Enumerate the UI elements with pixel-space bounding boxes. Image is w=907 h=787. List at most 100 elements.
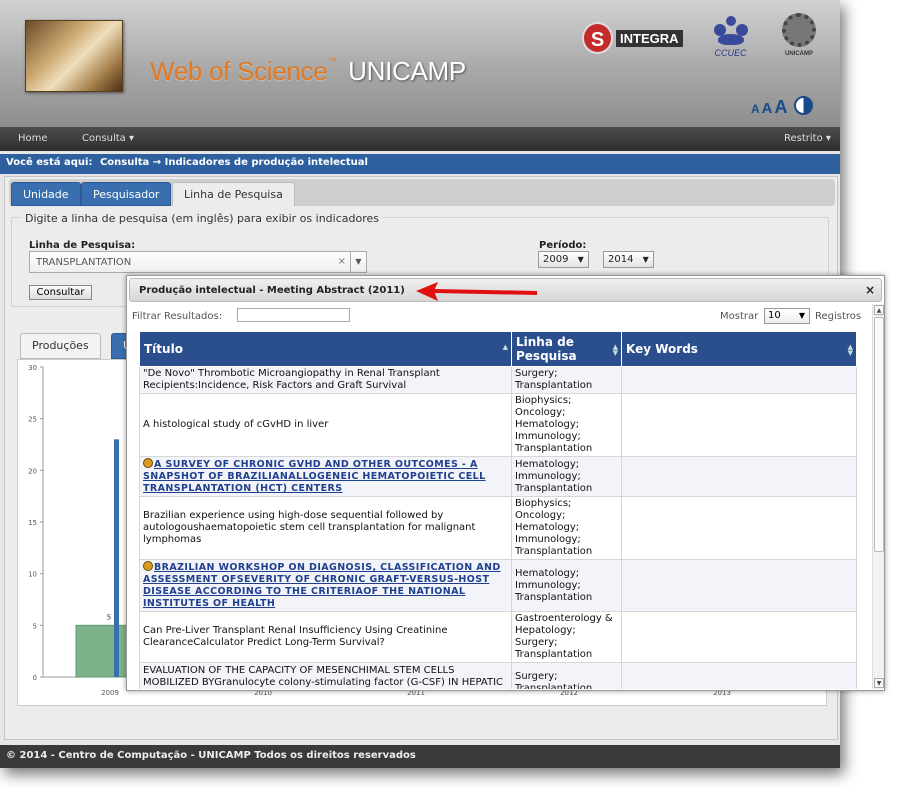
book-image bbox=[25, 20, 123, 92]
tab-linha-de-pesquisa[interactable]: Linha de Pesquisa bbox=[172, 182, 295, 206]
results-body: "De Novo" Thrombotic Microangiopathy in … bbox=[139, 366, 857, 689]
tab-unidade[interactable]: Unidade bbox=[11, 182, 81, 206]
cell-titulo: Brazilian experience using high-dose seq… bbox=[139, 496, 512, 560]
y-tick-label: 30 bbox=[28, 364, 37, 372]
bar-value-label: 5 bbox=[107, 613, 111, 621]
unicamp-label: UNICAMP bbox=[785, 51, 813, 57]
clear-icon[interactable]: × bbox=[338, 256, 346, 267]
year-from-value: 2009 bbox=[543, 254, 569, 265]
unicamp-logo[interactable]: UNICAMP bbox=[777, 13, 821, 63]
dialog-scrollbar[interactable]: ▲ ▼ bbox=[872, 304, 884, 689]
external-link-icon[interactable] bbox=[143, 458, 153, 468]
chevron-down-icon: ▼ bbox=[798, 311, 805, 320]
table-row: BRAZILIAN WORKSHOP ON DIAGNOSIS, CLASSIF… bbox=[139, 559, 857, 612]
title-text: Can Pre-Liver Transplant Renal Insuffici… bbox=[143, 625, 448, 648]
y-tick-label: 25 bbox=[28, 416, 37, 424]
trademark-mark: ™ bbox=[327, 56, 337, 66]
filter-label: Filtrar Resultados: bbox=[132, 311, 223, 322]
font-size-controls: AAA bbox=[751, 96, 815, 118]
site-title-wos: Web of Science bbox=[150, 56, 328, 86]
year-from-select[interactable]: 2009 ▼ bbox=[538, 251, 589, 268]
chevron-down-icon[interactable]: ▼ bbox=[350, 252, 366, 272]
ccuec-logo[interactable]: CCUEC bbox=[708, 16, 753, 62]
table-header-row: Título ▲ Linha de Pesquisa ▲ ▼ Key Words ▲ ▼ bbox=[139, 331, 857, 367]
cell-titulo: A SURVEY OF CHRONIC GVHD AND OTHER OUTCO… bbox=[139, 456, 512, 497]
y-tick-label: 20 bbox=[28, 467, 37, 475]
red-arrow-annotation bbox=[416, 282, 538, 301]
title-link[interactable]: A SURVEY OF CHRONIC GVHD AND OTHER OUTCO… bbox=[143, 459, 486, 494]
tab-producoes[interactable]: Produções bbox=[20, 333, 101, 359]
site-title-unicamp: UNICAMP bbox=[348, 56, 466, 86]
font-large-button[interactable]: A bbox=[775, 97, 788, 118]
registros-label: Registros bbox=[815, 311, 862, 322]
font-medium-button[interactable]: A bbox=[762, 100, 773, 117]
column-header-label: Linha de Pesquisa bbox=[516, 335, 577, 363]
consultar-button[interactable]: Consultar bbox=[29, 285, 92, 300]
cell-linha: Surgery; Transplantation bbox=[511, 366, 622, 394]
filter-input[interactable] bbox=[237, 308, 350, 322]
title-text: "De Novo" Thrombotic Microangiopathy in … bbox=[143, 368, 440, 391]
nav-consulta[interactable]: Consulta ▾ bbox=[82, 133, 134, 144]
table-row: Brazilian experience using high-dose seq… bbox=[139, 496, 857, 560]
linha-value: TRANSPLANTATION bbox=[36, 257, 132, 268]
column-header-keywords[interactable]: Key Words ▲ ▼ bbox=[621, 331, 857, 367]
cell-keywords bbox=[621, 393, 857, 457]
cell-linha: Hematology; Immunology; Transplantation bbox=[511, 456, 622, 497]
cell-titulo: EVALUATION OF THE CAPACITY OF MESENCHIMA… bbox=[139, 662, 512, 689]
scroll-down-icon[interactable]: ▼ bbox=[874, 678, 884, 688]
y-tick-label: 0 bbox=[33, 674, 37, 682]
cell-keywords bbox=[621, 662, 857, 689]
cell-titulo: Can Pre-Liver Transplant Renal Insuffici… bbox=[139, 611, 512, 663]
font-small-button[interactable]: A bbox=[751, 102, 760, 116]
table-row: EVALUATION OF THE CAPACITY OF MESENCHIMA… bbox=[139, 662, 857, 689]
cell-linha: Gastroenterology & Hepatology; Surgery; … bbox=[511, 611, 622, 663]
close-icon[interactable]: × bbox=[865, 283, 875, 297]
chevron-down-icon: ▼ bbox=[577, 255, 584, 264]
y-tick-label: 15 bbox=[28, 519, 37, 527]
sort-icon: ▲ ▼ bbox=[612, 343, 618, 357]
column-header-label: Key Words bbox=[626, 342, 698, 356]
column-header-linha[interactable]: Linha de Pesquisa ▲ ▼ bbox=[511, 331, 622, 367]
integra-logo[interactable]: S INTEGRA bbox=[582, 22, 685, 54]
scroll-up-icon[interactable]: ▲ bbox=[874, 305, 884, 315]
title-text: Brazilian experience using high-dose seq… bbox=[143, 510, 476, 545]
column-header-label: Título bbox=[144, 342, 183, 356]
tab-bar: Unidade Pesquisador Linha de Pesquisa bbox=[9, 179, 835, 206]
cell-keywords bbox=[621, 559, 857, 612]
cell-titulo: "De Novo" Thrombotic Microangiopathy in … bbox=[139, 366, 512, 394]
table-row: Can Pre-Liver Transplant Renal Insuffici… bbox=[139, 611, 857, 663]
table-row: A histological study of cGvHD in liver Bi… bbox=[139, 393, 857, 457]
title-text: A histological study of cGvHD in liver bbox=[143, 419, 329, 430]
cell-titulo: A histological study of cGvHD in liver bbox=[139, 393, 512, 457]
cell-keywords bbox=[621, 456, 857, 497]
site-header: Web of Science™ UNICAMP S INTEGRA CCUEC U… bbox=[0, 0, 840, 127]
contrast-icon[interactable] bbox=[793, 96, 813, 115]
year-to-select[interactable]: 2014 ▼ bbox=[603, 251, 654, 268]
breadcrumb-path[interactable]: Consulta → Indicadores de produção intel… bbox=[100, 157, 368, 168]
page-size-value: 10 bbox=[768, 310, 781, 321]
sort-icon: ▲ ▼ bbox=[847, 343, 853, 357]
nav-home[interactable]: Home bbox=[18, 133, 48, 144]
linha-label: Linha de Pesquisa: bbox=[29, 240, 136, 251]
breadcrumb-prefix: Você está aqui: bbox=[6, 157, 93, 168]
nav-restrito[interactable]: Restrito ▾ bbox=[784, 133, 831, 144]
site-footer: © 2014 - Centro de Computação - UNICAMP … bbox=[0, 745, 840, 768]
tab-pesquisador[interactable]: Pesquisador bbox=[81, 182, 172, 206]
table-row: A SURVEY OF CHRONIC GVHD AND OTHER OUTCO… bbox=[139, 456, 857, 497]
year-to-value: 2014 bbox=[608, 254, 634, 265]
search-legend: Digite a linha de pesquisa (em inglês) p… bbox=[21, 212, 383, 225]
arrow-shaft bbox=[433, 289, 538, 295]
integra-label: INTEGRA bbox=[616, 30, 683, 47]
linha-de-pesquisa-select[interactable]: TRANSPLANTATION × ▼ bbox=[29, 251, 367, 273]
cell-linha: Surgery; Transplantation bbox=[511, 662, 622, 689]
mostrar-label: Mostrar bbox=[720, 311, 759, 322]
dialog-scrollbar-thumb[interactable] bbox=[874, 317, 884, 552]
external-link-icon[interactable] bbox=[143, 561, 153, 571]
integra-s-icon: S bbox=[582, 22, 613, 54]
column-header-titulo[interactable]: Título ▲ bbox=[139, 331, 512, 367]
title-link[interactable]: BRAZILIAN WORKSHOP ON DIAGNOSIS, CLASSIF… bbox=[143, 562, 501, 609]
cell-linha: Biophysics; Oncology; Hematology; Immuno… bbox=[511, 393, 622, 457]
dialog-title: Produção intelectual - Meeting Abstract … bbox=[139, 285, 405, 296]
page-size-select[interactable]: 10 ▼ bbox=[764, 308, 810, 324]
cell-keywords bbox=[621, 496, 857, 560]
